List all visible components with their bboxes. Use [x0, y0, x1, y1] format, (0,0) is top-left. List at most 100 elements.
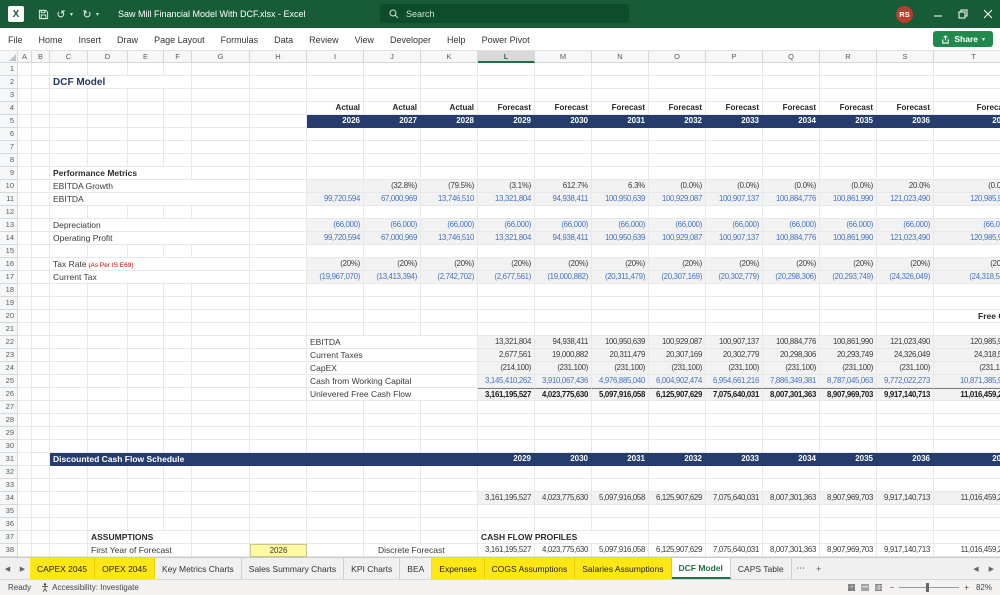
cell-M7[interactable]: [535, 141, 592, 154]
cell-F5[interactable]: [164, 115, 192, 128]
column-header-P[interactable]: P: [706, 51, 763, 63]
cell-G1[interactable]: [192, 63, 250, 76]
cell-G22[interactable]: [192, 336, 250, 349]
row-header-27[interactable]: 27: [0, 401, 18, 414]
cell-P7[interactable]: [706, 141, 763, 154]
excel-app-icon[interactable]: X: [8, 6, 24, 22]
row-header-6[interactable]: 6: [0, 128, 18, 141]
cell-C38[interactable]: [50, 544, 88, 557]
cell-T29[interactable]: [934, 427, 1000, 440]
cell-P8[interactable]: [706, 154, 763, 167]
cell-K14[interactable]: 13,746,510: [421, 232, 478, 245]
cell-T7[interactable]: [934, 141, 1000, 154]
cell-C18[interactable]: [50, 284, 88, 297]
page-layout-view-icon[interactable]: ▤: [861, 582, 870, 593]
cell-Q35[interactable]: [763, 505, 820, 518]
cell-I10[interactable]: [307, 180, 364, 193]
cell-D38[interactable]: First Year of Forecast: [88, 544, 192, 557]
cell-D19[interactable]: [88, 297, 128, 310]
cell-Q13[interactable]: (66,000): [763, 219, 820, 232]
cell-M29[interactable]: [535, 427, 592, 440]
zoom-level[interactable]: 82%: [976, 583, 992, 592]
cell-R19[interactable]: [820, 297, 877, 310]
row-header-33[interactable]: 33: [0, 479, 18, 492]
cell-I24[interactable]: CapEX: [307, 362, 478, 375]
cell-A17[interactable]: [18, 271, 32, 284]
cell-E15[interactable]: [128, 245, 164, 258]
cell-M34[interactable]: 4,023,775,630: [535, 492, 592, 505]
cell-R22[interactable]: 100,861,990: [820, 336, 877, 349]
cell-S31[interactable]: 2036: [877, 453, 934, 466]
user-avatar[interactable]: RS: [896, 6, 913, 23]
cell-K18[interactable]: [421, 284, 478, 297]
cell-S5[interactable]: 2036: [877, 115, 934, 128]
cell-J11[interactable]: 67,000,969: [364, 193, 421, 206]
cell-S21[interactable]: [877, 323, 934, 336]
cell-P29[interactable]: [706, 427, 763, 440]
cell-I27[interactable]: [307, 401, 364, 414]
cell-G29[interactable]: [192, 427, 250, 440]
cell-D27[interactable]: [88, 401, 128, 414]
cell-S7[interactable]: [877, 141, 934, 154]
cell-R15[interactable]: [820, 245, 877, 258]
sheet-tab-caps-table[interactable]: CAPS Table: [731, 558, 792, 579]
cell-R21[interactable]: [820, 323, 877, 336]
cell-A5[interactable]: [18, 115, 32, 128]
cell-H8[interactable]: [250, 154, 307, 167]
cell-P12[interactable]: [706, 206, 763, 219]
cell-S6[interactable]: [877, 128, 934, 141]
cell-I13[interactable]: (66,000): [307, 219, 364, 232]
cell-Q26[interactable]: 8,007,301,363: [763, 388, 820, 401]
cell-K27[interactable]: [421, 401, 478, 414]
cell-K3[interactable]: [421, 89, 478, 102]
cell-H17[interactable]: [250, 271, 307, 284]
cell-I18[interactable]: [307, 284, 364, 297]
cell-T6[interactable]: [934, 128, 1000, 141]
cell-H3[interactable]: [250, 89, 307, 102]
cell-E5[interactable]: [128, 115, 164, 128]
cell-E19[interactable]: [128, 297, 164, 310]
cell-C36[interactable]: [50, 518, 88, 531]
sheet-tab-dcf-model[interactable]: DCF Model: [672, 558, 731, 579]
cell-G12[interactable]: [192, 206, 250, 219]
cell-Q7[interactable]: [763, 141, 820, 154]
cell-J33[interactable]: [364, 479, 421, 492]
cell-J35[interactable]: [364, 505, 421, 518]
cell-Q19[interactable]: [763, 297, 820, 310]
cell-B26[interactable]: [32, 388, 50, 401]
cell-B17[interactable]: [32, 271, 50, 284]
cell-M17[interactable]: (19,000,882): [535, 271, 592, 284]
cell-L16[interactable]: (20%): [478, 258, 535, 271]
cell-P23[interactable]: 20,302,779: [706, 349, 763, 362]
cell-R4[interactable]: Forecast: [820, 102, 877, 115]
cell-D30[interactable]: [88, 440, 128, 453]
cell-B14[interactable]: [32, 232, 50, 245]
cell-O24[interactable]: (231,100): [649, 362, 706, 375]
cell-C14[interactable]: Operating Profit: [50, 232, 250, 245]
cell-B25[interactable]: [32, 375, 50, 388]
cell-A33[interactable]: [18, 479, 32, 492]
cell-I37[interactable]: [307, 531, 364, 544]
cell-O29[interactable]: [649, 427, 706, 440]
cell-M36[interactable]: [535, 518, 592, 531]
cell-M28[interactable]: [535, 414, 592, 427]
cell-R25[interactable]: 8,787,045,063: [820, 375, 877, 388]
cell-E12[interactable]: [128, 206, 164, 219]
cell-A3[interactable]: [18, 89, 32, 102]
row-header-20[interactable]: 20: [0, 310, 18, 323]
cell-S33[interactable]: [877, 479, 934, 492]
spreadsheet-area[interactable]: ABCDEFGHIJKLMNOPQRST12DCF Model34ActualA…: [0, 51, 1000, 557]
cell-O18[interactable]: [649, 284, 706, 297]
cell-O28[interactable]: [649, 414, 706, 427]
cell-O1[interactable]: [649, 63, 706, 76]
cell-P21[interactable]: [706, 323, 763, 336]
cell-N29[interactable]: [592, 427, 649, 440]
ribbon-tab-power-pivot[interactable]: Power Pivot: [474, 35, 538, 45]
row-header-24[interactable]: 24: [0, 362, 18, 375]
cell-A38[interactable]: [18, 544, 32, 557]
cell-F24[interactable]: [164, 362, 192, 375]
cell-F18[interactable]: [164, 284, 192, 297]
cell-L17[interactable]: (2,677,561): [478, 271, 535, 284]
cell-M23[interactable]: 19,000,882: [535, 349, 592, 362]
cell-B16[interactable]: [32, 258, 50, 271]
